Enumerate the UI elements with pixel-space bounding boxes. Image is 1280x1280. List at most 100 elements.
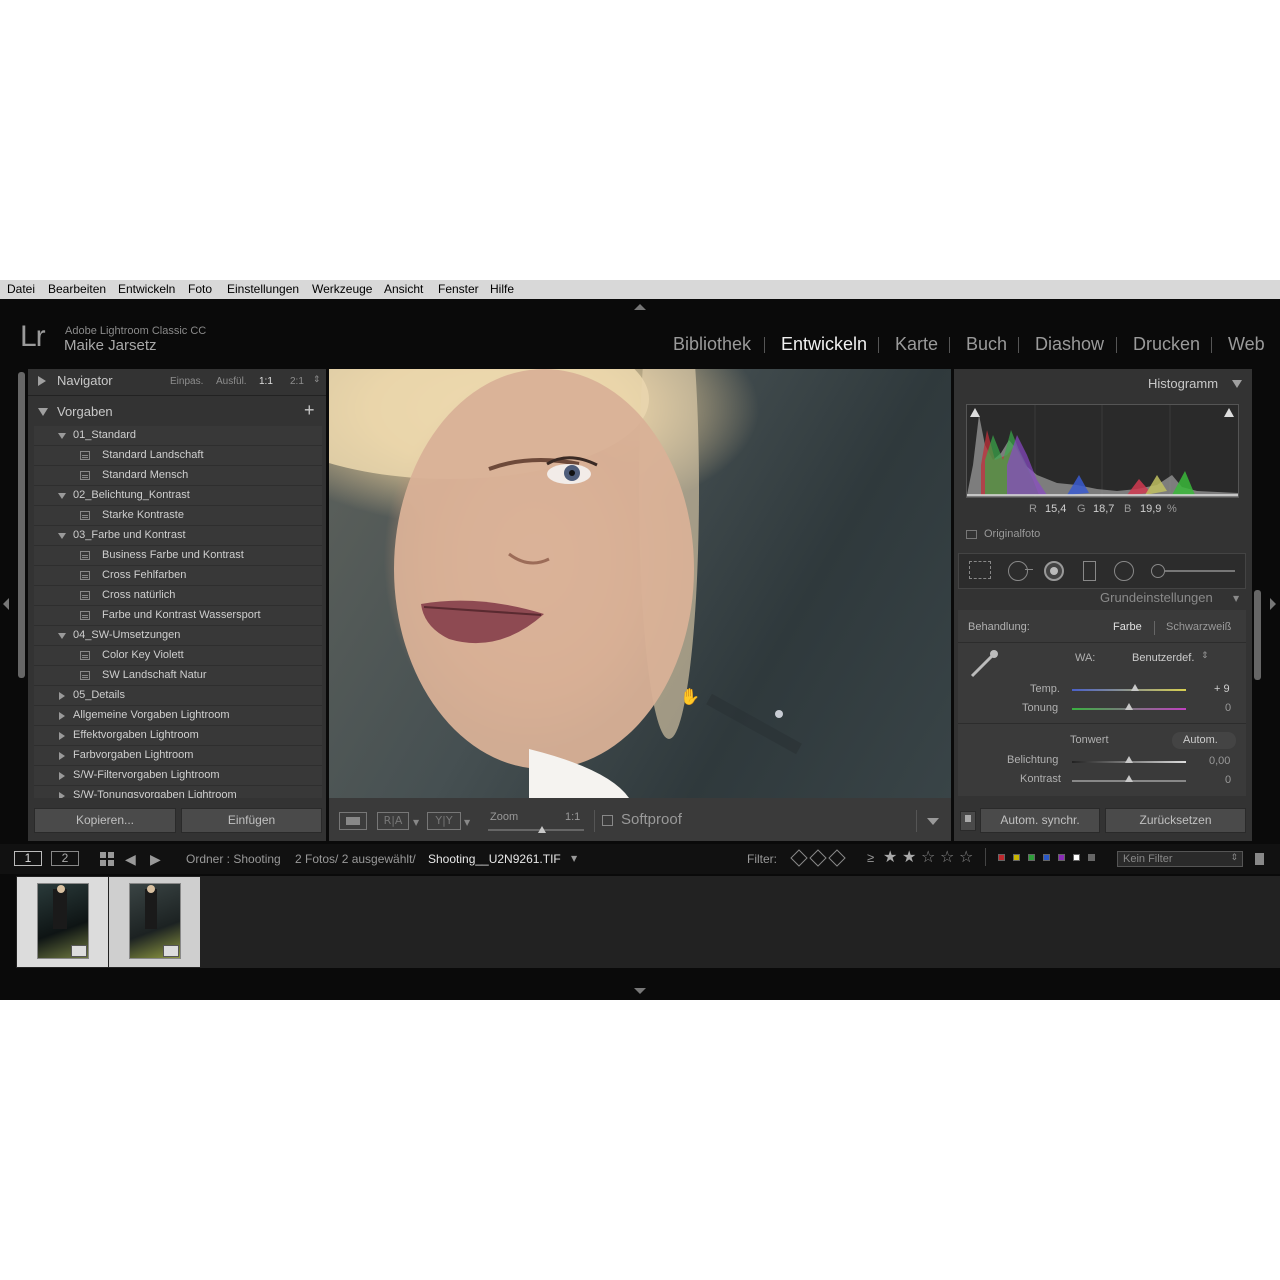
filename-dropdown-icon[interactable]: ▼	[571, 854, 577, 863]
rating-gte[interactable]: ≥	[867, 850, 874, 865]
menu-foto[interactable]: Foto	[188, 282, 212, 296]
navigator-expand-icon[interactable]	[38, 376, 46, 386]
sync-toggle-switch[interactable]	[960, 811, 976, 831]
preset-folder[interactable]: 02_Belichtung_Kontrast	[34, 486, 322, 506]
filmstrip-cell[interactable]	[109, 877, 200, 967]
module-diashow[interactable]: Diashow	[1035, 334, 1104, 355]
label-green-swatch[interactable]	[1028, 854, 1035, 861]
star-empty-icon[interactable]: ☆	[921, 847, 935, 866]
collapse-left-icon[interactable]	[3, 598, 9, 610]
histogram[interactable]	[966, 404, 1239, 498]
star-icon[interactable]: ★	[902, 847, 916, 866]
preset-item[interactable]: Cross natürlich	[34, 586, 322, 606]
add-preset-icon[interactable]: +	[304, 400, 315, 421]
presets-title[interactable]: Vorgaben	[57, 404, 113, 419]
preset-folder[interactable]: 05_Details	[34, 686, 322, 706]
auto-sync-button[interactable]: Autom. synchr.	[980, 808, 1100, 833]
collapse-right-icon[interactable]	[1270, 598, 1276, 610]
filter-lock-icon[interactable]	[1255, 853, 1264, 865]
zoom-fill[interactable]: Ausfül.	[216, 376, 247, 387]
zoom-2-1[interactable]: 2:1	[290, 376, 304, 387]
filename[interactable]: Shooting__U2N9261.TIF	[428, 852, 561, 866]
wb-eyedropper-icon[interactable]	[966, 646, 1002, 682]
menu-fenster[interactable]: Fenster	[438, 282, 479, 296]
contrast-value[interactable]: 0	[1225, 774, 1231, 786]
basic-section-title[interactable]: Grundeinstellungen	[1100, 590, 1213, 605]
zoom-slider-thumb[interactable]	[538, 826, 546, 833]
preset-item[interactable]: SW Landschaft Natur	[34, 666, 322, 686]
preset-item[interactable]: Business Farbe und Kontrast	[34, 546, 322, 566]
wb-value[interactable]: Benutzerdef.	[1132, 652, 1194, 664]
right-scrollbar[interactable]	[1254, 590, 1261, 680]
exposure-slider-thumb[interactable]	[1125, 756, 1133, 763]
left-scrollbar[interactable]	[18, 372, 25, 678]
before-after-tb-button[interactable]: Y|Y	[427, 812, 461, 830]
preset-item[interactable]: Standard Landschaft	[34, 446, 322, 466]
temp-slider-thumb[interactable]	[1130, 684, 1139, 691]
copy-settings-button[interactable]: Kopieren...	[34, 808, 176, 833]
star-empty-icon[interactable]: ☆	[940, 847, 954, 866]
label-custom-swatch[interactable]	[1073, 854, 1080, 861]
preset-folder[interactable]: S/W-Filtervorgaben Lightroom	[34, 766, 322, 786]
preset-folder[interactable]: 03_Farbe und Kontrast	[34, 526, 322, 546]
previous-arrow-icon[interactable]: ◀	[125, 852, 136, 868]
temp-value[interactable]: + 9	[1214, 683, 1230, 695]
grid-view-icon[interactable]	[100, 852, 115, 867]
histogram-title[interactable]: Histogramm	[1148, 376, 1218, 391]
filmstrip-cell[interactable]	[17, 877, 108, 967]
collapse-bottom-icon[interactable]	[634, 988, 646, 994]
wb-dropdown-icon[interactable]: ⇕	[1201, 651, 1209, 661]
zoom-more-icon[interactable]: ⇕	[313, 374, 321, 385]
module-bibliothek[interactable]: Bibliothek	[673, 334, 751, 355]
folder-source[interactable]: Ordner : Shooting	[186, 852, 281, 866]
zoom-slider-track[interactable]	[488, 829, 584, 831]
menu-bearbeiten[interactable]: Bearbeiten	[48, 282, 106, 296]
star-icon[interactable]: ★	[883, 847, 897, 866]
graduated-filter-icon[interactable]	[1083, 561, 1096, 581]
exposure-value[interactable]: 0,00	[1209, 755, 1230, 767]
module-entwickeln[interactable]: Entwickeln	[781, 334, 867, 355]
original-photo-checkbox[interactable]	[966, 530, 977, 539]
preset-folder[interactable]: 01_Standard	[34, 426, 322, 446]
label-blue-swatch[interactable]	[1043, 854, 1050, 861]
preset-folder[interactable]: Effektvorgaben Lightroom	[34, 726, 322, 746]
adjustment-brush-icon[interactable]	[1151, 564, 1165, 578]
menu-werkzeuge[interactable]: Werkzeuge	[312, 282, 372, 296]
radial-filter-icon[interactable]	[1114, 561, 1134, 581]
preset-item[interactable]: Starke Kontraste	[34, 506, 322, 526]
before-after-lr-button[interactable]: R|A	[377, 812, 409, 830]
contrast-slider-thumb[interactable]	[1125, 775, 1133, 782]
basic-collapse-icon[interactable]: ▼	[1233, 594, 1239, 603]
preset-folder[interactable]: S/W-Tonungsvorgaben Lightroom	[34, 786, 322, 798]
spot-removal-icon[interactable]	[1008, 561, 1028, 581]
menu-entwickeln[interactable]: Entwickeln	[118, 282, 175, 296]
menu-ansicht[interactable]: Ansicht	[384, 282, 423, 296]
module-drucken[interactable]: Drucken	[1133, 334, 1200, 355]
menu-einstellungen[interactable]: Einstellungen	[227, 282, 299, 296]
filter-preset-select[interactable]: Kein Filter ⇕	[1117, 851, 1243, 867]
treatment-bw[interactable]: Schwarzweiß	[1166, 621, 1231, 633]
label-purple-swatch[interactable]	[1058, 854, 1065, 861]
label-red-swatch[interactable]	[998, 854, 1005, 861]
navigator-title[interactable]: Navigator	[57, 373, 113, 388]
label-yellow-swatch[interactable]	[1013, 854, 1020, 861]
tint-slider-thumb[interactable]	[1125, 703, 1133, 710]
screen-2-button[interactable]: 2	[51, 851, 79, 866]
loupe-view-button[interactable]	[339, 812, 367, 830]
red-eye-icon[interactable]	[1044, 561, 1064, 581]
softproof-checkbox[interactable]	[602, 815, 613, 826]
photo-preview[interactable]: ✋	[329, 369, 951, 798]
label-none-swatch[interactable]	[1088, 854, 1095, 861]
treatment-color[interactable]: Farbe	[1113, 621, 1142, 633]
star-empty-icon[interactable]: ☆	[959, 847, 973, 866]
module-web[interactable]: Web	[1228, 334, 1265, 355]
menu-datei[interactable]: Datei	[7, 282, 35, 296]
preset-folder[interactable]: Allgemeine Vorgaben Lightroom	[34, 706, 322, 726]
presets-collapse-icon[interactable]	[38, 408, 48, 416]
paste-settings-button[interactable]: Einfügen	[181, 808, 322, 833]
module-karte[interactable]: Karte	[895, 334, 938, 355]
shadow-clipping-icon[interactable]	[970, 408, 980, 417]
collapse-top-icon[interactable]	[634, 304, 646, 310]
preset-folder[interactable]: 04_SW-Umsetzungen	[34, 626, 322, 646]
preset-item[interactable]: Farbe und Kontrast Wassersport	[34, 606, 322, 626]
